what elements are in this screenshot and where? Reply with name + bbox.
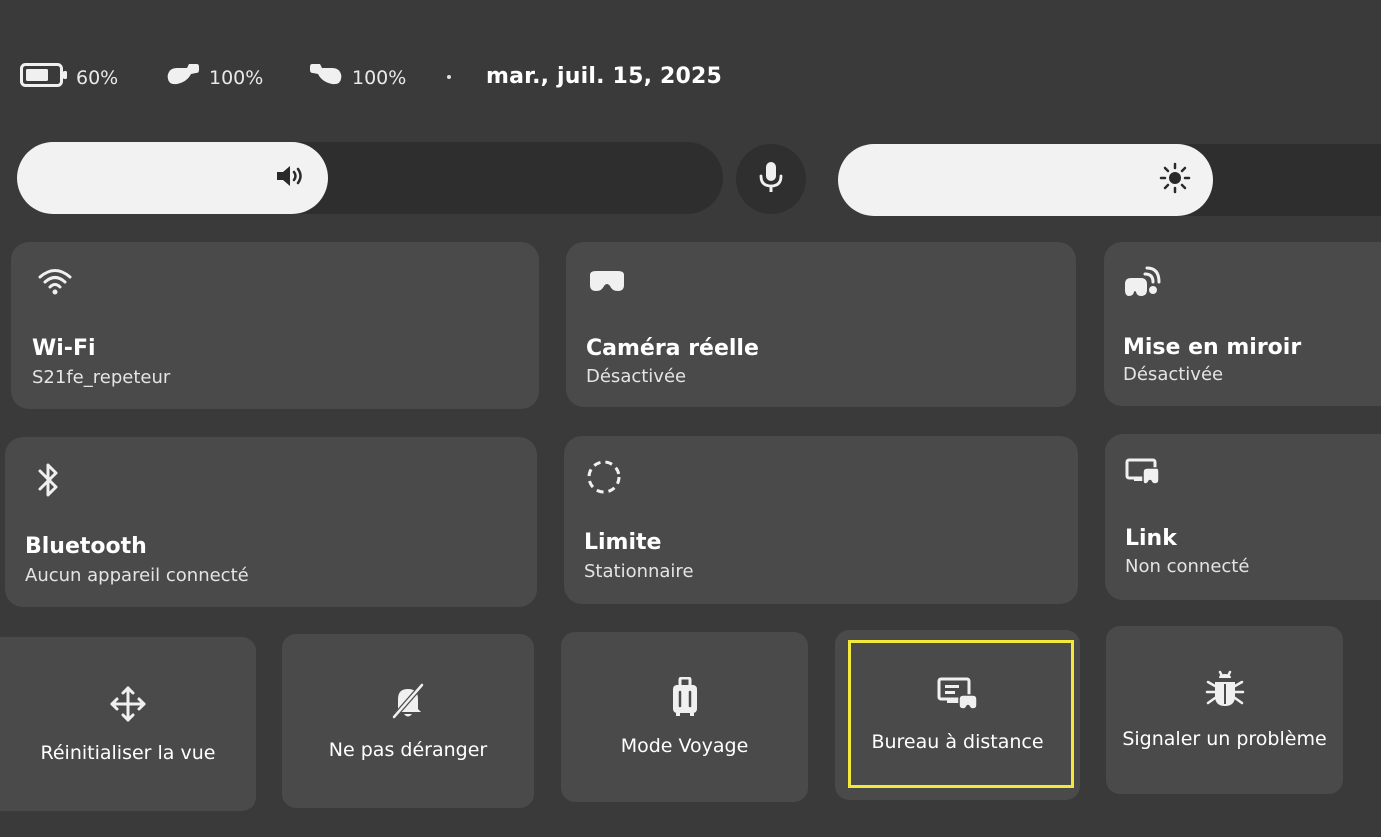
camera-subtitle: Désactivée bbox=[586, 366, 687, 387]
sun-icon bbox=[1159, 162, 1191, 198]
right-controller-label: 100% bbox=[352, 66, 407, 89]
speaker-icon bbox=[274, 163, 306, 193]
status-date: mar., juil. 15, 2025 bbox=[486, 64, 723, 89]
travel-mode-label: Mode Voyage bbox=[620, 735, 749, 757]
boundary-subtitle: Stationnaire bbox=[584, 561, 694, 582]
bluetooth-title: Bluetooth bbox=[25, 534, 147, 559]
bug-icon bbox=[1205, 670, 1245, 714]
wifi-subtitle: S21fe_repeteur bbox=[32, 367, 171, 388]
microphone-icon bbox=[758, 160, 784, 198]
microphone-button[interactable] bbox=[736, 144, 806, 214]
cast-icon bbox=[1123, 266, 1163, 306]
boundary-icon bbox=[585, 458, 623, 500]
travel-mode-button[interactable]: Mode Voyage bbox=[561, 632, 808, 802]
report-problem-label: Signaler un problème bbox=[1122, 728, 1327, 750]
bluetooth-icon bbox=[36, 461, 60, 503]
suitcase-icon bbox=[669, 676, 701, 721]
left-controller-status: 100% bbox=[165, 60, 263, 95]
bell-off-icon bbox=[388, 681, 428, 725]
boundary-title: Limite bbox=[584, 530, 662, 555]
wifi-title: Wi-Fi bbox=[32, 336, 96, 361]
left-controller-icon bbox=[165, 60, 201, 95]
bluetooth-tile[interactable]: Bluetooth Aucun appareil connecté bbox=[5, 437, 537, 607]
link-title: Link bbox=[1125, 526, 1177, 551]
camera-tile[interactable]: Caméra réelle Désactivée bbox=[566, 242, 1076, 407]
headset-battery-label: 60% bbox=[76, 66, 119, 89]
left-controller-label: 100% bbox=[209, 66, 264, 89]
do-not-disturb-label: Ne pas déranger bbox=[328, 739, 488, 761]
mirror-subtitle: Désactivée bbox=[1123, 364, 1224, 385]
reset-view-label: Réinitialiser la vue bbox=[40, 742, 216, 764]
volume-slider[interactable] bbox=[17, 142, 723, 214]
camera-title: Caméra réelle bbox=[586, 336, 759, 361]
do-not-disturb-button[interactable]: Ne pas déranger bbox=[282, 634, 534, 808]
selection-highlight bbox=[848, 640, 1074, 788]
brightness-slider[interactable] bbox=[838, 144, 1381, 216]
mirror-tile[interactable]: Mise en miroir Désactivée bbox=[1104, 242, 1381, 406]
move-arrows-icon bbox=[108, 684, 148, 728]
right-controller-icon bbox=[308, 60, 344, 95]
wifi-tile[interactable]: Wi-Fi S21fe_repeteur bbox=[11, 242, 539, 409]
volume-slider-fill[interactable] bbox=[17, 142, 328, 214]
boundary-tile[interactable]: Limite Stationnaire bbox=[564, 436, 1078, 604]
status-separator bbox=[447, 75, 451, 79]
mirror-title: Mise en miroir bbox=[1123, 335, 1302, 360]
link-subtitle: Non connecté bbox=[1125, 556, 1250, 577]
headset-icon bbox=[586, 269, 628, 299]
wifi-icon bbox=[37, 266, 73, 300]
headset-battery-status: 60% bbox=[20, 62, 118, 93]
link-icon bbox=[1125, 458, 1161, 492]
battery-icon bbox=[20, 62, 68, 93]
link-tile[interactable]: Link Non connecté bbox=[1105, 434, 1381, 600]
brightness-slider-fill[interactable] bbox=[838, 144, 1213, 216]
reset-view-button[interactable]: Réinitialiser la vue bbox=[0, 637, 256, 811]
bluetooth-subtitle: Aucun appareil connecté bbox=[25, 565, 249, 586]
right-controller-status: 100% bbox=[308, 60, 406, 95]
report-problem-button[interactable]: Signaler un problème bbox=[1106, 626, 1343, 794]
